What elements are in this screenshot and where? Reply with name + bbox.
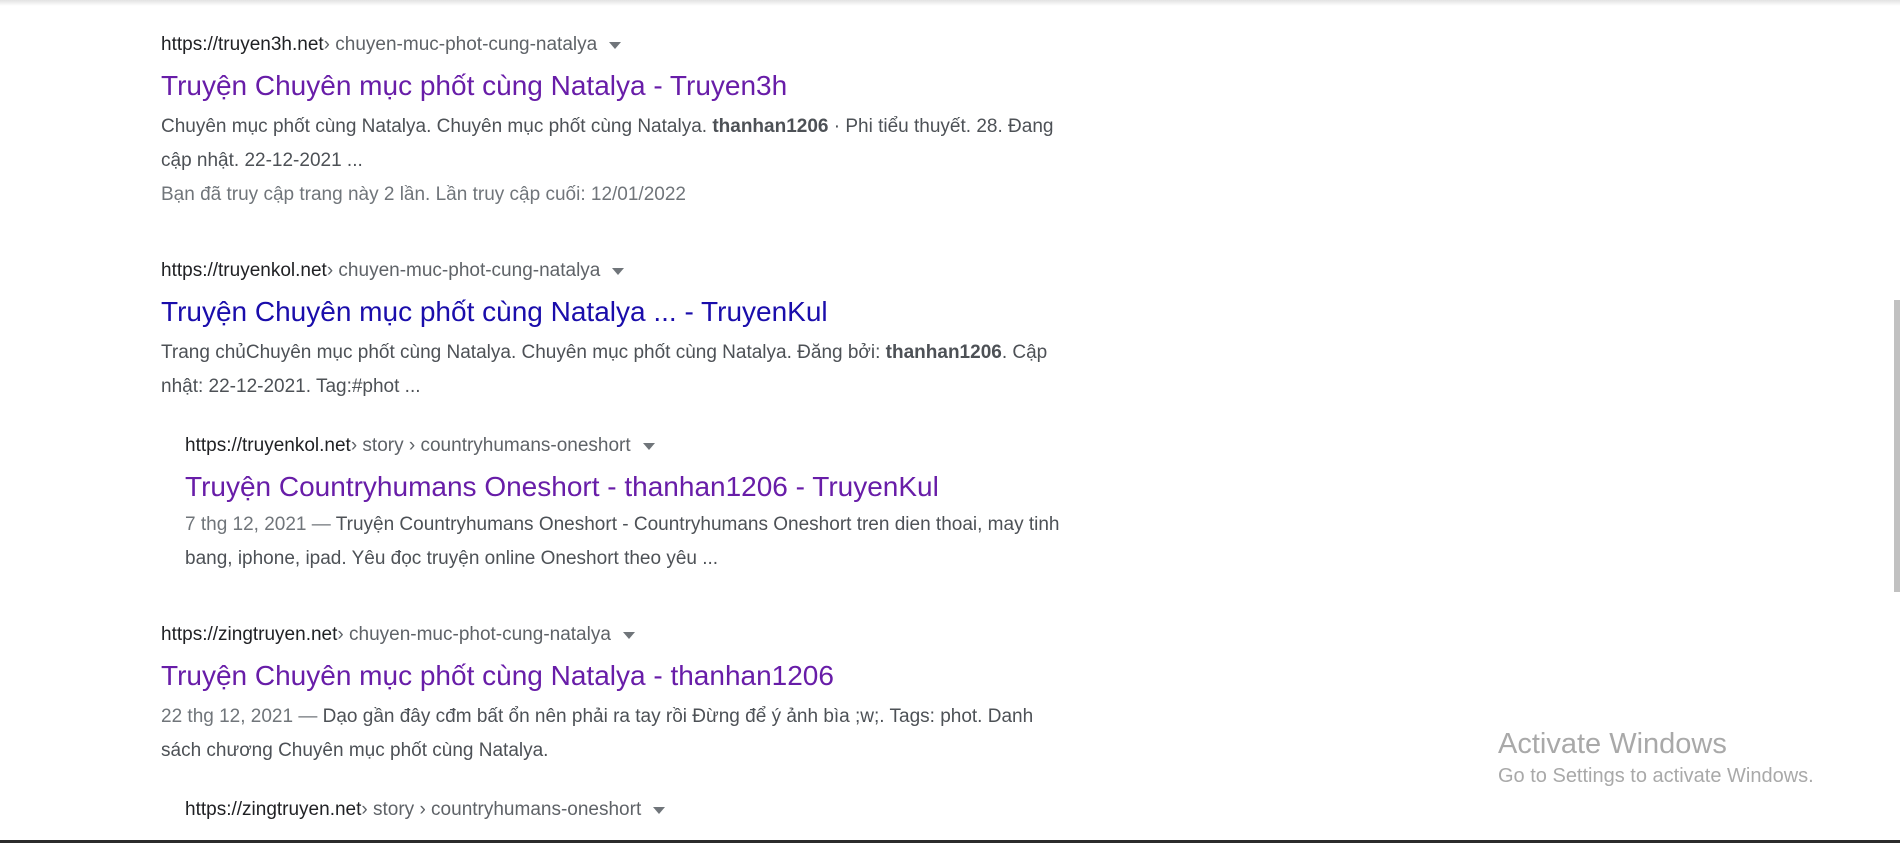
result-title-link[interactable]: Truyện Countryhumans Oneshort - thanhan1… xyxy=(185,466,1085,508)
result-site: https://truyenkol.net xyxy=(185,435,351,456)
search-result-nested: https://truyenkol.net › story › countryh… xyxy=(185,431,1085,576)
watermark-subtitle: Go to Settings to activate Windows. xyxy=(1498,765,1814,787)
chevron-down-icon[interactable] xyxy=(642,442,655,450)
result-snippet: 22 thg 12, 2021 — Dạo gần đây cđm bất ổn… xyxy=(161,700,1061,768)
result-site: https://truyenkol.net xyxy=(161,260,327,281)
result-site: https://truyen3h.net xyxy=(161,34,324,55)
result-breadcrumb: › chuyen-muc-phot-cung-natalya xyxy=(326,260,601,281)
result-breadcrumb: › chuyen-muc-phot-cung-natalya xyxy=(323,34,598,55)
result-title-link[interactable]: Truyện Chuyên mục phốt cùng Natalya ... … xyxy=(161,291,1061,333)
result-snippet: 7 thg 12, 2021 — Truyện Countryhumans On… xyxy=(185,508,1085,576)
result-breadcrumb: › chuyen-muc-phot-cung-natalya xyxy=(337,624,611,645)
chevron-down-icon[interactable] xyxy=(622,631,635,639)
snippet-text: Chuyên mục phốt cùng Natalya. Chuyên mục… xyxy=(161,116,713,137)
result-site: https://zingtruyen.net xyxy=(185,799,362,820)
result-date: 7 thg 12, 2021 — xyxy=(185,514,336,535)
chevron-down-icon[interactable] xyxy=(612,267,625,275)
search-result: https://truyenkol.net › chuyen-muc-phot-… xyxy=(161,256,1061,404)
result-title-link[interactable]: Truyện Chuyên mục phốt cùng Natalya - th… xyxy=(161,655,1061,697)
result-snippet: Chuyên mục phốt cùng Natalya. Chuyên mục… xyxy=(161,110,1061,178)
snippet-text: Trang chủChuyên mục phốt cùng Natalya. C… xyxy=(161,342,886,363)
result-site: https://zingtruyen.net xyxy=(161,624,338,645)
result-breadcrumb: › story › countryhumans-oneshort xyxy=(361,799,642,820)
result-url[interactable]: https://truyenkol.net › chuyen-muc-phot-… xyxy=(161,256,1061,286)
result-title-link[interactable]: Truyện Chuyên mục phốt cùng Natalya - Tr… xyxy=(161,65,1061,107)
result-breadcrumb: › story › countryhumans-oneshort xyxy=(350,435,631,456)
result-snippet: Trang chủChuyên mục phốt cùng Natalya. C… xyxy=(161,336,1061,404)
snippet-highlight: thanhan1206 xyxy=(712,116,829,137)
chevron-down-icon[interactable] xyxy=(653,806,666,814)
top-shadow xyxy=(0,0,1900,6)
scrollbar[interactable] xyxy=(1894,0,1900,843)
result-date: 22 thg 12, 2021 — xyxy=(161,706,323,727)
search-result: https://zingtruyen.net › chuyen-muc-phot… xyxy=(161,620,1061,768)
snippet-highlight: thanhan1206 xyxy=(885,342,1002,363)
chevron-down-icon[interactable] xyxy=(609,41,622,49)
result-url[interactable]: https://truyen3h.net › chuyen-muc-phot-c… xyxy=(161,30,1061,60)
search-result: https://truyen3h.net › chuyen-muc-phot-c… xyxy=(161,30,1061,212)
visit-history-note: Bạn đã truy cập trang này 2 lần. Lần tru… xyxy=(161,184,686,205)
watermark-title: Activate Windows xyxy=(1498,728,1727,760)
activate-windows-watermark: Activate Windows Go to Settings to activ… xyxy=(1498,726,1814,790)
result-url[interactable]: https://zingtruyen.net › chuyen-muc-phot… xyxy=(161,620,1061,650)
result-url[interactable]: https://truyenkol.net › story › countryh… xyxy=(185,431,1085,461)
search-result-nested: https://zingtruyen.net › story › country… xyxy=(185,795,1085,825)
scrollbar-thumb[interactable] xyxy=(1894,300,1900,592)
result-url[interactable]: https://zingtruyen.net › story › country… xyxy=(185,795,1085,825)
